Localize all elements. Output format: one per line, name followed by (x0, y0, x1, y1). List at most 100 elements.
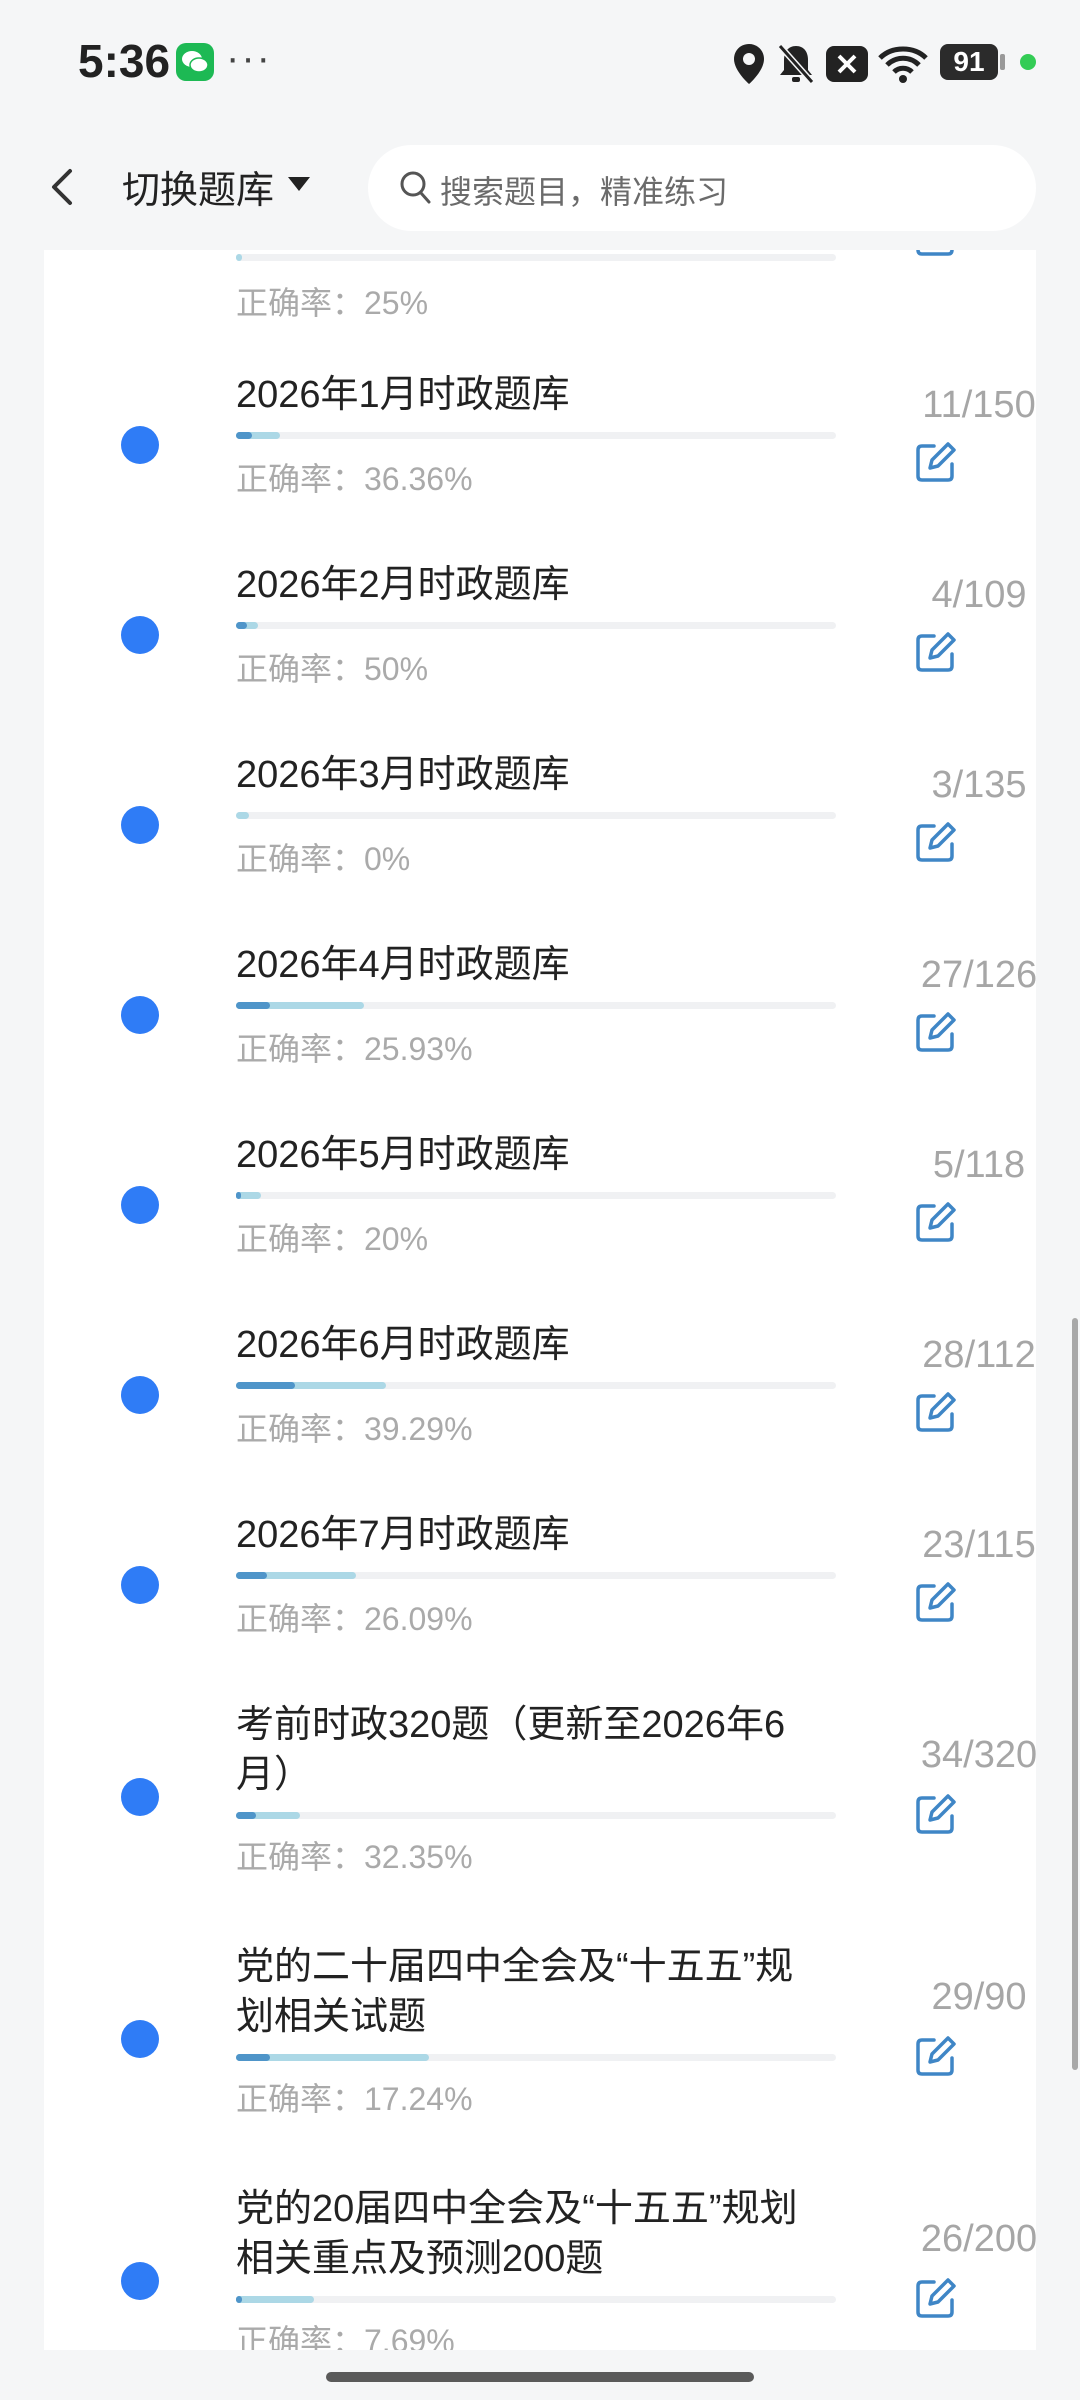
progress-count: 4/109 (931, 574, 1027, 616)
progress-bar (236, 2054, 836, 2061)
status-dot (121, 426, 159, 464)
progress-bar (236, 1572, 836, 1579)
accuracy-text: 正确率：0% (236, 841, 411, 877)
progress-answered (236, 812, 249, 819)
progress-correct (236, 2054, 270, 2061)
status-bar: 5:36 ··· 91 (0, 0, 1080, 125)
item-title: 党的二十届四中全会及“十五五”规划相关试题 (236, 1946, 794, 2038)
home-indicator[interactable] (326, 2372, 754, 2382)
progress-correct (236, 622, 247, 629)
edit-icon[interactable] (914, 630, 958, 674)
list-item[interactable]: 2026年3月时政题库 正确率：0% 3/135 (44, 750, 1036, 930)
progress-count: 26/200 (920, 2218, 1036, 2260)
progress-answered (236, 2296, 314, 2303)
edit-icon[interactable] (914, 2276, 958, 2320)
scrollbar[interactable] (1072, 1318, 1078, 2070)
accuracy-text: 正确率：7.69% (236, 2323, 455, 2350)
search-icon (400, 171, 431, 204)
progress-bar (236, 1192, 836, 1199)
battery-level: 91 (940, 44, 998, 80)
accuracy-text: 正确率：39.29% (236, 1411, 473, 1447)
list-item[interactable]: 2026年2月时政题库 正确率：50% 4/109 (44, 560, 1036, 740)
edit-icon[interactable] (914, 440, 958, 484)
edit-icon[interactable] (914, 1010, 958, 1054)
status-dot (121, 996, 159, 1034)
progress-bar (236, 1812, 836, 1819)
list-item[interactable]: 党的二十届四中全会及“十五五”规划相关试题 正确率：17.24% 29/90 (44, 1942, 1036, 2162)
progress-correct (236, 1382, 295, 1389)
item-title: 2026年5月时政题库 (236, 1134, 570, 1176)
progress-count: 5/118 (932, 1144, 1026, 1186)
progress-correct (236, 2296, 242, 2303)
progress-bar (236, 622, 836, 629)
progress-correct (236, 1192, 241, 1199)
progress-count: 23/115 (922, 1524, 1036, 1566)
status-dot (121, 1186, 159, 1224)
progress-correct (236, 1812, 256, 1819)
top-bar: 切换题库 搜索题目，精准练习 (0, 125, 1080, 250)
question-bank-list: 正确率：25% 2026年1月时政题库 正确率：36.36% 11/150 20… (44, 250, 1036, 2350)
accuracy-text: 正确率：20% (236, 1221, 429, 1257)
accuracy-text: 正确率：50% (236, 651, 429, 687)
list-item[interactable]: 2026年4月时政题库 正确率：25.93% 27/126 (44, 940, 1036, 1120)
progress-bar (236, 812, 836, 819)
edit-icon[interactable] (914, 1792, 958, 1836)
edit-icon[interactable] (914, 1390, 958, 1434)
accuracy-text: 正确率：25.93% (236, 1031, 473, 1067)
progress-bar (236, 432, 836, 439)
item-title: 2026年1月时政题库 (236, 374, 570, 416)
progress-count: 11/150 (922, 384, 1036, 426)
list-item[interactable]: 正确率：25% (44, 250, 1036, 360)
switch-bank-button[interactable]: 切换题库 (122, 159, 274, 214)
search-input[interactable]: 搜索题目，精准练习 (368, 145, 1036, 231)
item-title: 2026年2月时政题库 (236, 564, 570, 606)
mute-bell-icon (777, 44, 815, 84)
item-title: 2026年4月时政题库 (236, 944, 570, 986)
location-icon (734, 44, 764, 84)
progress-correct (236, 1572, 267, 1579)
list-item[interactable]: 2026年7月时政题库 正确率：26.09% 23/115 (44, 1510, 1036, 1690)
accuracy-text: 正确率：36.36% (236, 461, 473, 497)
progress-count: 3/135 (931, 764, 1027, 806)
item-title: 2026年6月时政题库 (236, 1324, 570, 1366)
accuracy-text: 正确率：17.24% (236, 2081, 473, 2117)
list-item[interactable]: 2026年1月时政题库 正确率：36.36% 11/150 (44, 370, 1036, 550)
progress-bar (236, 1382, 836, 1389)
wifi-icon (878, 46, 928, 83)
progress-bar (236, 1002, 836, 1009)
status-dot (121, 806, 159, 844)
item-title: 2026年3月时政题库 (236, 754, 570, 796)
progress-bar (236, 254, 836, 261)
more-notifications-icon: ··· (226, 36, 272, 80)
list-item[interactable]: 考前时政320题（更新至2026年6月） 正确率：32.35% 34/320 (44, 1700, 1036, 1920)
progress-count: 27/126 (920, 954, 1036, 996)
search-placeholder: 搜索题目，精准练习 (440, 174, 729, 210)
edit-icon[interactable] (914, 1580, 958, 1624)
item-title: 考前时政320题（更新至2026年6月） (236, 1704, 786, 1796)
status-dot (121, 2262, 159, 2300)
battery-tip (1000, 54, 1005, 70)
accuracy-text: 正确率：25% (236, 285, 429, 321)
progress-count: 28/112 (922, 1334, 1036, 1376)
accuracy-text: 正确率：32.35% (236, 1839, 473, 1875)
progress-count: 29/90 (931, 1976, 1027, 2018)
progress-count: 34/320 (920, 1734, 1036, 1776)
progress-answered (236, 254, 242, 261)
back-arrow-icon[interactable] (40, 163, 88, 211)
edit-icon[interactable] (914, 820, 958, 864)
status-dot (121, 2020, 159, 2058)
status-dot (121, 1376, 159, 1414)
edit-icon[interactable] (914, 250, 958, 258)
edit-icon[interactable] (914, 1200, 958, 1244)
progress-correct (236, 432, 252, 439)
clock: 5:36 (78, 35, 171, 87)
list-item[interactable]: 2026年6月时政题库 正确率：39.29% 28/112 (44, 1320, 1036, 1500)
item-title: 党的20届四中全会及“十五五”规划相关重点及预测200题 (236, 2188, 798, 2280)
list-item[interactable]: 2026年5月时政题库 正确率：20% 5/118 (44, 1130, 1036, 1310)
status-dot (121, 1778, 159, 1816)
list-item[interactable]: 党的20届四中全会及“十五五”规划相关重点及预测200题 正确率：7.69% 2… (44, 2184, 1036, 2350)
edit-icon[interactable] (914, 2034, 958, 2078)
caret-down-icon[interactable] (286, 175, 312, 193)
privacy-indicator-dot (1020, 54, 1036, 70)
sim-off-icon (826, 46, 868, 82)
